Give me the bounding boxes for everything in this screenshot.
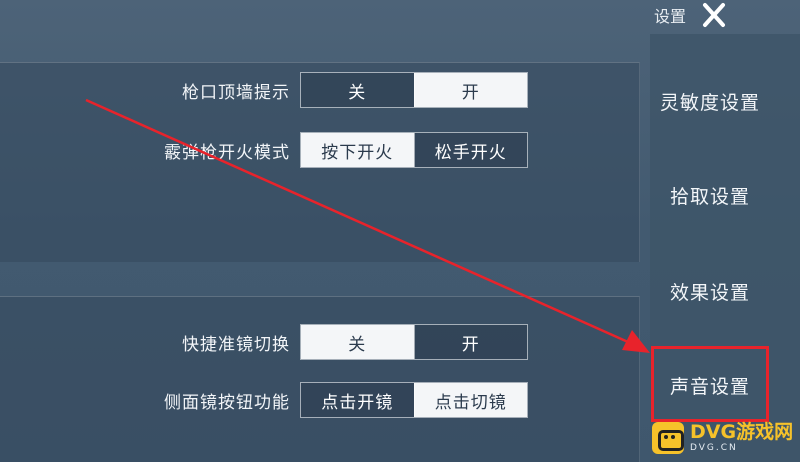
segmented-control: 按下开火 松手开火 bbox=[300, 132, 528, 168]
segmented-control: 关 开 bbox=[300, 72, 528, 108]
sidebar-item-pickup[interactable]: 拾取设置 bbox=[650, 182, 770, 209]
setting-label: 霰弹枪开火模式 bbox=[164, 143, 290, 163]
option-off-button[interactable]: 关 bbox=[301, 325, 414, 359]
watermark: DVG游戏网 DVG.CN bbox=[652, 418, 798, 458]
segmented-control: 点击开镜 点击切镜 bbox=[300, 382, 528, 418]
option-off-button[interactable]: 关 bbox=[301, 73, 414, 107]
option-on-button[interactable]: 开 bbox=[413, 73, 527, 107]
setting-label: 枪口顶墙提示 bbox=[182, 83, 290, 103]
setting-row-muzzle-wall-hint: 枪口顶墙提示 关 开 bbox=[0, 72, 640, 108]
option-tap-open-scope-button[interactable]: 点击开镜 bbox=[301, 383, 414, 417]
option-tap-switch-scope-button[interactable]: 点击切镜 bbox=[413, 383, 527, 417]
setting-row-side-scope-button: 侧面镜按钮功能 点击开镜 点击切镜 bbox=[0, 382, 640, 418]
option-release-fire-button[interactable]: 松手开火 bbox=[413, 133, 527, 167]
gamepad-logo-icon bbox=[652, 422, 684, 454]
setting-label: 快捷准镜切换 bbox=[182, 335, 290, 355]
segmented-control: 关 开 bbox=[300, 324, 528, 360]
sidebar-item-sensitivity[interactable]: 灵敏度设置 bbox=[650, 88, 770, 115]
close-icon[interactable] bbox=[700, 1, 728, 29]
option-press-fire-button[interactable]: 按下开火 bbox=[301, 133, 414, 167]
setting-row-quick-scope-switch: 快捷准镜切换 关 开 bbox=[0, 324, 640, 360]
watermark-subtext: DVG.CN bbox=[690, 443, 738, 453]
option-on-button[interactable]: 开 bbox=[413, 325, 527, 359]
sidebar-item-effects[interactable]: 效果设置 bbox=[650, 278, 770, 305]
settings-header: 设置 bbox=[652, 0, 800, 30]
settings-panel-bottom bbox=[0, 296, 640, 462]
setting-row-shotgun-fire-mode: 霰弹枪开火模式 按下开火 松手开火 bbox=[0, 132, 640, 168]
setting-label: 侧面镜按钮功能 bbox=[164, 393, 290, 413]
header-title: 设置 bbox=[654, 7, 687, 26]
watermark-text: DVG游戏网 bbox=[690, 421, 794, 443]
annotation-highlight-box bbox=[651, 346, 769, 422]
